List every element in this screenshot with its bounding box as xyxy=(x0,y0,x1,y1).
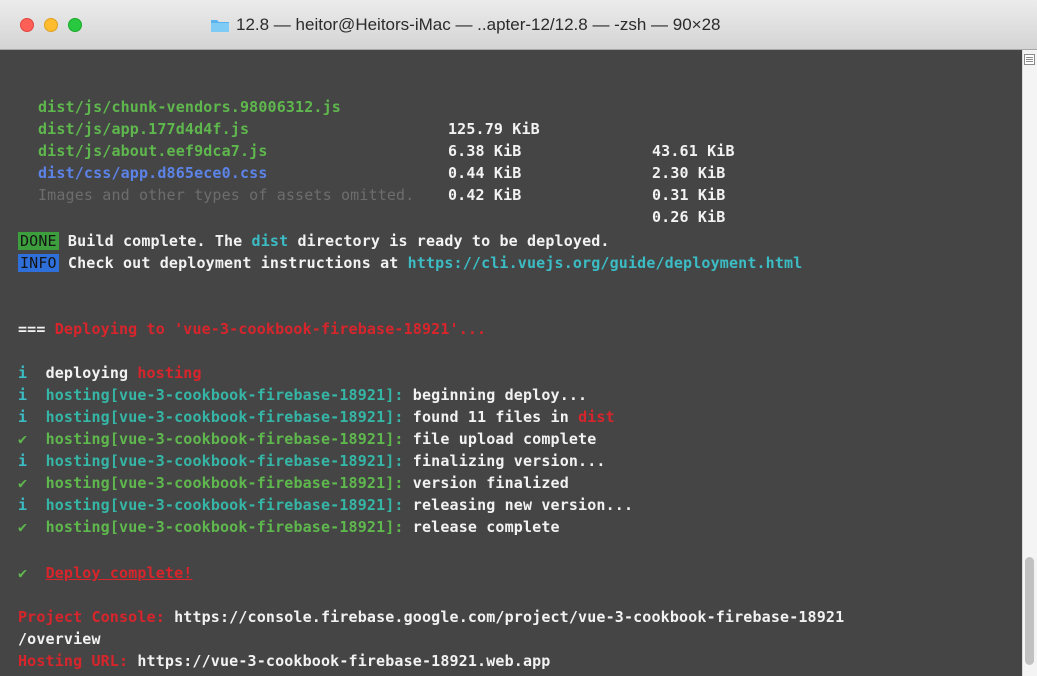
asset-row: dist/js/app.177d4d4f.js 6.38 KiB 2.30 Ki… xyxy=(0,96,725,182)
step-line: i hosting[vue-3-cookbook-firebase-18921]… xyxy=(18,386,588,404)
minimize-button[interactable] xyxy=(44,18,58,32)
deployment-docs-link[interactable]: https://cli.vuejs.org/guide/deployment.h… xyxy=(408,254,803,272)
terminal-content[interactable]: dist/js/chunk-vendors.98006312.js 125.79… xyxy=(0,50,1020,676)
check-marker: ✔ xyxy=(18,564,28,582)
zoom-button[interactable] xyxy=(68,18,82,32)
done-badge: DONE xyxy=(18,232,59,250)
asset-file: dist/js/chunk-vendors.98006312.js xyxy=(38,98,341,116)
info-marker: i xyxy=(18,386,28,404)
asset-size: 6.38 KiB xyxy=(448,142,522,160)
asset-gzipped: 2.30 KiB xyxy=(652,164,726,182)
title-bar: 12.8 — heitor@Heitors-iMac — ..apter-12/… xyxy=(0,0,1037,50)
info-marker: i xyxy=(18,496,28,514)
step-line: ✔ hosting[vue-3-cookbook-firebase-18921]… xyxy=(18,430,597,448)
step-line: ✔ hosting[vue-3-cookbook-firebase-18921]… xyxy=(18,518,560,536)
deploy-complete-line: ✔ Deploy complete! xyxy=(18,564,193,582)
info-marker: i xyxy=(18,452,28,470)
check-marker: ✔ xyxy=(18,430,28,448)
omitted-note: Images and other types of assets omitted… xyxy=(38,186,415,204)
asset-file: dist/css/app.d865ece0.css xyxy=(38,164,268,182)
asset-row: dist/css/app.d865ece0.css 0.42 KiB 0.26 … xyxy=(0,140,725,226)
step-line: i hosting[vue-3-cookbook-firebase-18921]… xyxy=(18,452,606,470)
asset-gzipped: 43.61 KiB xyxy=(652,142,735,160)
info-line: INFO Check out deployment instructions a… xyxy=(18,254,803,272)
scrollbar-thumb[interactable] xyxy=(1025,557,1034,665)
asset-size: 0.42 KiB xyxy=(448,186,522,204)
step-line: i hosting[vue-3-cookbook-firebase-18921]… xyxy=(18,496,634,514)
hosting-url-link[interactable]: https://vue-3-cookbook-firebase-18921.we… xyxy=(128,652,550,670)
asset-gzipped: 0.26 KiB xyxy=(652,208,726,226)
project-console-link[interactable]: https://console.firebase.google.com/proj… xyxy=(165,608,844,626)
step-line: i hosting[vue-3-cookbook-firebase-18921]… xyxy=(18,408,615,426)
window-title: 12.8 — heitor@Heitors-iMac — ..apter-12/… xyxy=(210,14,721,36)
deploying-line: i deploying hosting xyxy=(18,364,202,382)
deploy-header: === Deploying to 'vue-3-cookbook-firebas… xyxy=(18,320,487,338)
info-marker: i xyxy=(18,364,28,382)
project-console-wrap: /overview xyxy=(18,630,101,648)
info-marker: i xyxy=(18,408,28,426)
step-line: ✔ hosting[vue-3-cookbook-firebase-18921]… xyxy=(18,474,569,492)
asset-size: 0.44 KiB xyxy=(448,164,522,182)
asset-row: dist/js/about.eef9dca7.js 0.44 KiB 0.31 … xyxy=(0,118,725,204)
project-console-line: Project Console: https://console.firebas… xyxy=(18,608,845,626)
asset-row: dist/js/chunk-vendors.98006312.js 125.79… xyxy=(0,74,734,160)
folder-icon xyxy=(210,17,230,33)
asset-gzipped: 0.31 KiB xyxy=(652,186,726,204)
split-pane-icon[interactable] xyxy=(1024,52,1035,65)
terminal-window: 12.8 — heitor@Heitors-iMac — ..apter-12/… xyxy=(0,0,1037,676)
asset-file: dist/js/about.eef9dca7.js xyxy=(38,142,268,160)
window-title-text: 12.8 — heitor@Heitors-iMac — ..apter-12/… xyxy=(236,15,721,34)
done-line: DONE Build complete. The dist directory … xyxy=(18,232,610,250)
check-marker: ✔ xyxy=(18,474,28,492)
check-marker: ✔ xyxy=(18,518,28,536)
asset-size: 125.79 KiB xyxy=(448,120,540,138)
info-badge: INFO xyxy=(18,254,59,272)
hosting-url-line: Hosting URL: https://vue-3-cookbook-fire… xyxy=(18,652,551,670)
asset-file: dist/js/app.177d4d4f.js xyxy=(38,120,250,138)
close-button[interactable] xyxy=(20,18,34,32)
